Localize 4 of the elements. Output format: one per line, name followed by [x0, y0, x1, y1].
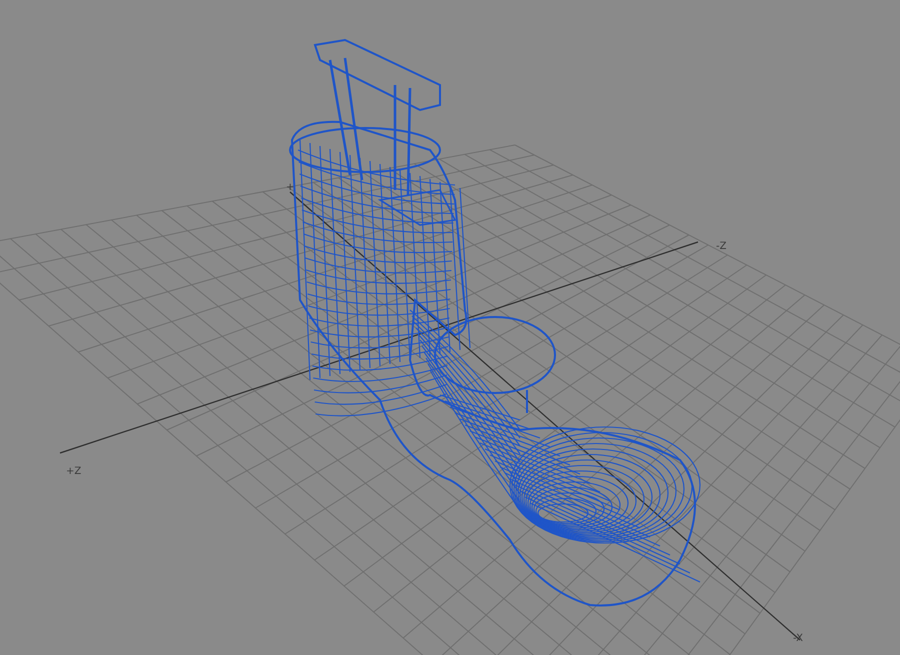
- axis-label: +Z: [66, 466, 82, 478]
- axis-label: -X: [793, 633, 803, 645]
- axis-label: +: [286, 182, 294, 194]
- axis-label: -Z: [716, 241, 726, 253]
